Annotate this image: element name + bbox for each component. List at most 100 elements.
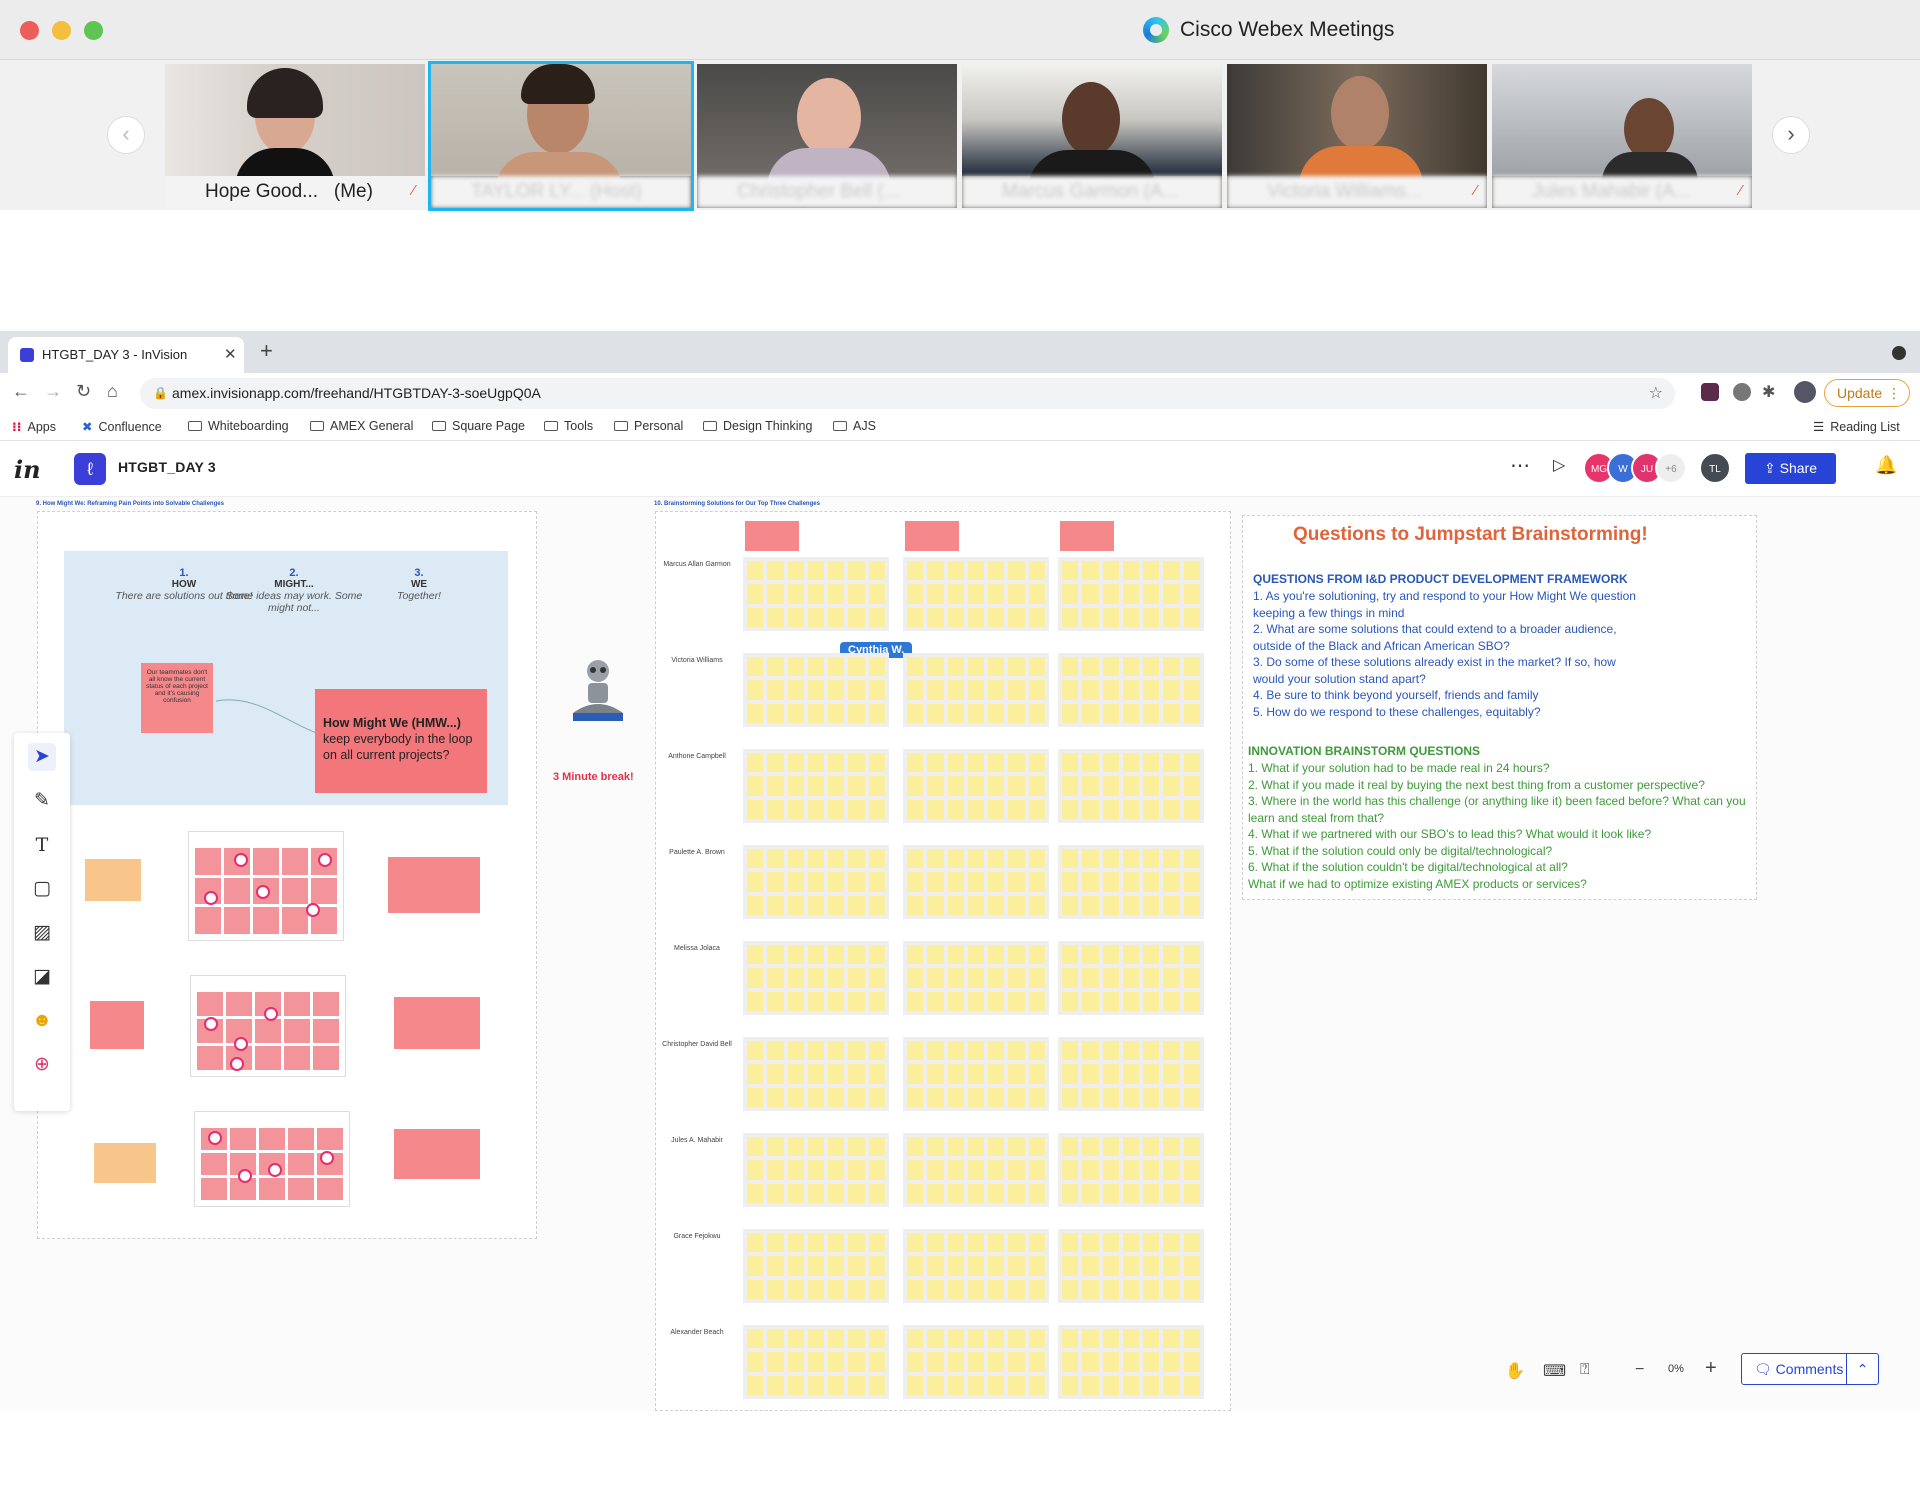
idea-sticky[interactable] bbox=[947, 1233, 964, 1253]
idea-sticky[interactable] bbox=[1143, 872, 1160, 892]
idea-sticky[interactable] bbox=[1163, 945, 1180, 965]
idea-sticky[interactable] bbox=[967, 561, 985, 581]
idea-sticky[interactable] bbox=[1122, 1352, 1140, 1372]
idea-sticky[interactable] bbox=[927, 991, 944, 1011]
idea-sticky[interactable] bbox=[967, 1137, 985, 1157]
invision-logo[interactable]: in bbox=[14, 455, 41, 484]
idea-sticky[interactable] bbox=[1102, 1375, 1119, 1395]
idea-sticky-cluster[interactable] bbox=[1058, 557, 1204, 631]
idea-sticky[interactable] bbox=[1102, 968, 1119, 988]
idea-sticky[interactable] bbox=[988, 1160, 1005, 1180]
idea-sticky[interactable] bbox=[1102, 1329, 1119, 1349]
idea-sticky[interactable] bbox=[927, 945, 944, 965]
idea-sticky[interactable] bbox=[1008, 945, 1025, 965]
idea-sticky[interactable] bbox=[767, 895, 784, 915]
idea-sticky[interactable] bbox=[1028, 680, 1045, 700]
idea-sticky-cluster[interactable] bbox=[743, 1229, 889, 1303]
share-button[interactable]: ⇪ Share bbox=[1745, 453, 1836, 484]
idea-sticky[interactable] bbox=[1082, 1233, 1099, 1253]
idea-sticky[interactable] bbox=[988, 1256, 1005, 1276]
idea-sticky[interactable] bbox=[1122, 561, 1140, 581]
idea-sticky[interactable] bbox=[828, 753, 845, 773]
idea-sticky[interactable] bbox=[1102, 607, 1119, 627]
idea-sticky[interactable] bbox=[1143, 1375, 1160, 1395]
more-collaborators-badge[interactable]: +6 bbox=[1655, 452, 1687, 484]
idea-sticky[interactable] bbox=[988, 968, 1005, 988]
idea-sticky[interactable] bbox=[868, 1064, 885, 1084]
idea-sticky[interactable] bbox=[828, 607, 845, 627]
idea-sticky[interactable] bbox=[1163, 703, 1180, 723]
idea-sticky[interactable] bbox=[828, 1375, 845, 1395]
idea-sticky[interactable] bbox=[747, 703, 764, 723]
idea-sticky[interactable] bbox=[848, 1041, 865, 1061]
idea-sticky[interactable] bbox=[828, 1352, 845, 1372]
bookmark-apps[interactable]: ⁝⁝ Apps bbox=[12, 419, 56, 434]
idea-sticky[interactable] bbox=[868, 895, 885, 915]
idea-sticky[interactable] bbox=[767, 1041, 784, 1061]
idea-sticky[interactable] bbox=[848, 753, 865, 773]
idea-sticky[interactable] bbox=[927, 1160, 944, 1180]
idea-sticky[interactable] bbox=[967, 1064, 985, 1084]
idea-sticky[interactable] bbox=[1082, 849, 1099, 869]
idea-sticky[interactable] bbox=[947, 680, 964, 700]
idea-sticky[interactable] bbox=[1183, 1160, 1200, 1180]
idea-sticky[interactable] bbox=[947, 1087, 964, 1107]
idea-sticky[interactable] bbox=[1062, 703, 1079, 723]
idea-sticky[interactable] bbox=[1082, 1064, 1099, 1084]
idea-sticky[interactable] bbox=[868, 1352, 885, 1372]
idea-sticky[interactable] bbox=[1122, 895, 1140, 915]
idea-sticky[interactable] bbox=[907, 895, 924, 915]
idea-sticky[interactable] bbox=[947, 895, 964, 915]
zoom-in-icon[interactable]: + bbox=[1705, 1357, 1717, 1380]
sticky-note-icon[interactable]: ◪ bbox=[28, 963, 56, 991]
idea-sticky[interactable] bbox=[927, 1256, 944, 1276]
idea-sticky[interactable] bbox=[1028, 968, 1045, 988]
idea-sticky[interactable] bbox=[988, 945, 1005, 965]
idea-sticky[interactable] bbox=[1122, 1375, 1140, 1395]
zoom-out-icon[interactable]: − bbox=[1635, 1361, 1644, 1379]
idea-sticky[interactable] bbox=[1143, 1041, 1160, 1061]
idea-sticky[interactable] bbox=[828, 584, 845, 604]
idea-sticky[interactable] bbox=[868, 680, 885, 700]
idea-sticky[interactable] bbox=[1062, 1352, 1079, 1372]
idea-sticky[interactable] bbox=[1082, 872, 1099, 892]
idea-sticky[interactable] bbox=[1102, 1233, 1119, 1253]
forward-icon[interactable]: → bbox=[44, 381, 62, 402]
idea-sticky[interactable] bbox=[907, 1064, 924, 1084]
idea-sticky[interactable] bbox=[1102, 1183, 1119, 1203]
idea-sticky[interactable] bbox=[1122, 703, 1140, 723]
idea-sticky[interactable] bbox=[747, 753, 764, 773]
idea-sticky[interactable] bbox=[868, 776, 885, 796]
idea-sticky[interactable] bbox=[988, 1064, 1005, 1084]
idea-sticky[interactable] bbox=[967, 1375, 985, 1395]
keyboard-shortcuts-icon[interactable]: ⌨ bbox=[1543, 1361, 1566, 1381]
challenge-sticky[interactable] bbox=[905, 521, 959, 551]
participant-tile[interactable]: Marcus Garmon (A... bbox=[962, 64, 1222, 208]
idea-sticky[interactable] bbox=[767, 1183, 784, 1203]
idea-sticky-cluster[interactable] bbox=[1058, 653, 1204, 727]
hand-pan-icon[interactable]: ✋ bbox=[1505, 1361, 1525, 1381]
idea-sticky[interactable] bbox=[1062, 895, 1079, 915]
sticky-note[interactable] bbox=[394, 997, 480, 1049]
idea-sticky[interactable] bbox=[787, 753, 804, 773]
idea-sticky[interactable] bbox=[967, 1160, 985, 1180]
idea-sticky[interactable] bbox=[1163, 680, 1180, 700]
idea-sticky-cluster[interactable] bbox=[743, 557, 889, 631]
idea-sticky[interactable] bbox=[988, 849, 1005, 869]
idea-sticky[interactable] bbox=[947, 1256, 964, 1276]
idea-sticky[interactable] bbox=[1102, 1087, 1119, 1107]
idea-sticky[interactable] bbox=[927, 849, 944, 869]
idea-sticky[interactable] bbox=[848, 1160, 865, 1180]
idea-sticky[interactable] bbox=[1062, 968, 1079, 988]
idea-sticky[interactable] bbox=[848, 657, 865, 677]
idea-sticky[interactable] bbox=[1183, 872, 1200, 892]
idea-sticky[interactable] bbox=[1028, 1160, 1045, 1180]
idea-sticky[interactable] bbox=[1082, 776, 1099, 796]
idea-sticky[interactable] bbox=[787, 895, 804, 915]
idea-sticky[interactable] bbox=[807, 991, 825, 1011]
idea-sticky[interactable] bbox=[868, 607, 885, 627]
participant-tile[interactable]: Jules Mahabir (A... ⁄ bbox=[1492, 64, 1752, 208]
idea-sticky[interactable] bbox=[848, 1256, 865, 1276]
close-window-button[interactable] bbox=[20, 21, 39, 40]
idea-sticky[interactable] bbox=[1062, 657, 1079, 677]
